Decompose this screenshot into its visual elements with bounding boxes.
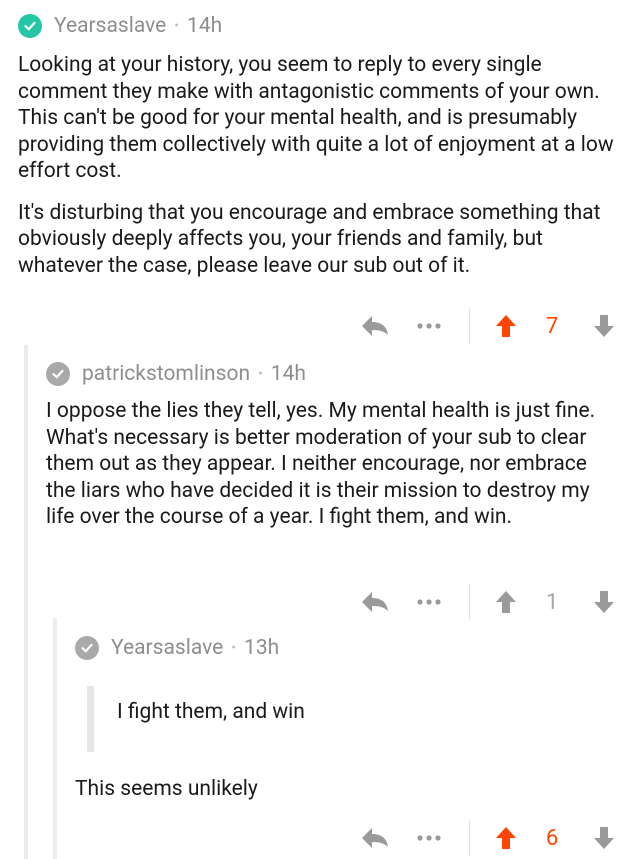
upvote-icon[interactable] xyxy=(492,588,520,616)
comment-paragraph: Looking at your history, you seem to rep… xyxy=(18,53,614,183)
comment-author[interactable]: Yearsaslave xyxy=(111,636,223,660)
score: 6 xyxy=(545,825,559,851)
comment-paragraph: I oppose the lies they tell, yes. My men… xyxy=(46,399,596,529)
actions-divider xyxy=(469,820,470,856)
comment-time: 14h xyxy=(270,362,306,386)
comment-actions: 6 xyxy=(0,818,640,858)
comment-time: 13h xyxy=(244,636,280,660)
upvote-icon[interactable] xyxy=(492,824,520,852)
meta-separator: • xyxy=(258,366,263,382)
check-icon xyxy=(75,636,99,660)
more-options-icon[interactable] xyxy=(414,312,444,340)
meta-separator: • xyxy=(231,640,237,656)
comment-body: I oppose the lies they tell, yes. My men… xyxy=(46,398,621,531)
meta-separator: • xyxy=(174,18,180,34)
reply-icon[interactable] xyxy=(358,312,392,340)
comment-actions: 7 xyxy=(0,306,640,346)
comment-paragraph: This seems unlikely xyxy=(75,777,258,801)
reply-icon[interactable] xyxy=(358,824,392,852)
actions-divider xyxy=(469,308,470,344)
downvote-icon[interactable] xyxy=(590,312,618,340)
comment-meta: patrickstomlinson • 14h xyxy=(46,362,621,386)
downvote-icon[interactable] xyxy=(590,824,618,852)
comment: Yearsaslave • 13h xyxy=(75,636,620,660)
more-options-icon[interactable] xyxy=(414,588,444,616)
comment-author[interactable]: patrickstomlinson xyxy=(82,362,250,386)
comment-author[interactable]: Yearsaslave xyxy=(54,14,166,38)
downvote-icon[interactable] xyxy=(590,588,618,616)
blockquote-bar xyxy=(87,686,94,752)
score: 7 xyxy=(545,313,559,339)
comment: Yearsaslave • 14h Looking at your histor… xyxy=(18,14,618,279)
verified-check-icon xyxy=(18,14,42,38)
comment-body: Looking at your history, you seem to rep… xyxy=(18,52,618,279)
comment-body: This seems unlikely xyxy=(75,776,620,803)
comment-actions: 1 xyxy=(0,582,640,622)
comment-paragraph: It's disturbing that you encourage and e… xyxy=(18,200,601,278)
score: 1 xyxy=(545,589,559,615)
upvote-icon[interactable] xyxy=(492,312,520,340)
more-options-icon[interactable] xyxy=(414,824,444,852)
comment-meta: Yearsaslave • 14h xyxy=(18,14,618,38)
reply-icon[interactable] xyxy=(358,588,392,616)
actions-divider xyxy=(469,584,470,620)
comment-time: 14h xyxy=(187,14,223,38)
comment-meta: Yearsaslave • 13h xyxy=(75,636,620,660)
comment: patrickstomlinson • 14h I oppose the lie… xyxy=(46,362,621,531)
check-icon xyxy=(46,362,70,386)
blockquote-text: I fight them, and win xyxy=(117,700,305,724)
